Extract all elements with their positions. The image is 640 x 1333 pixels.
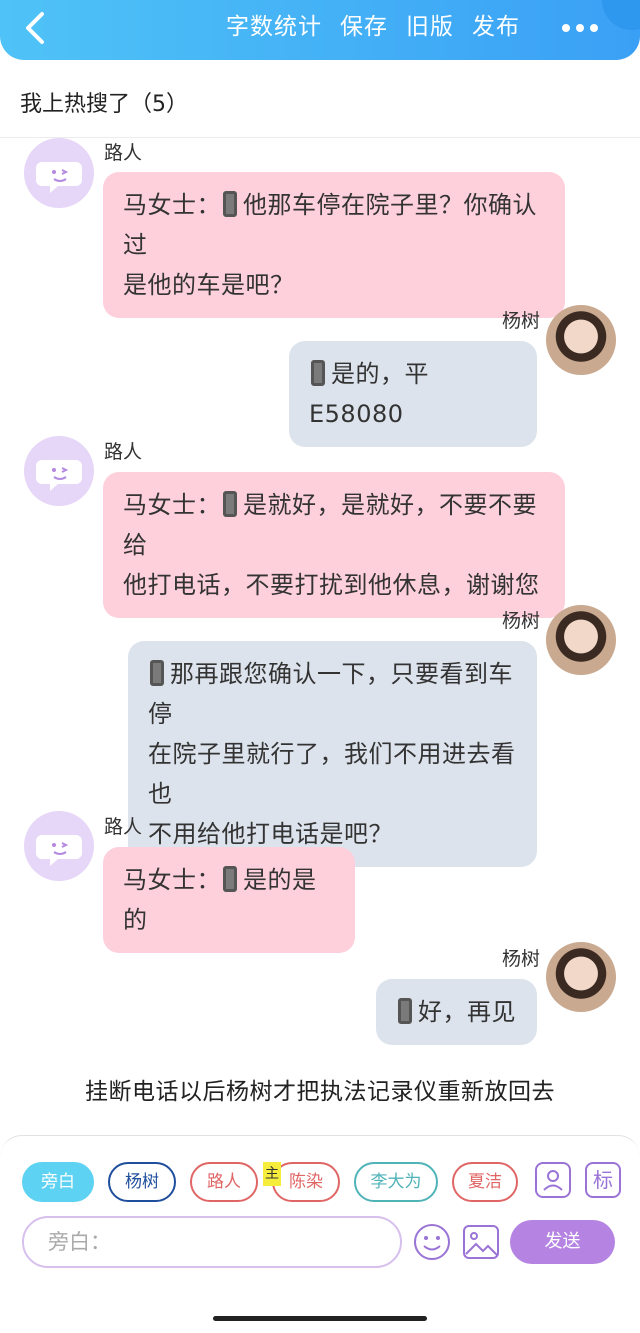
user-card-icon[interactable] (535, 1162, 571, 1198)
emoji-icon[interactable] (412, 1222, 452, 1262)
phone-icon (223, 191, 237, 217)
message-text: 那再跟您确认一下，只要看到车停 (148, 660, 513, 728)
message-text: 他打电话，不要打扰到他休息，谢谢您 (123, 571, 540, 599)
role-chip-xiajie[interactable]: 夏洁 (452, 1162, 518, 1202)
word-count-button[interactable]: 字数统计 (226, 10, 322, 44)
sender-name: 路人 (104, 142, 143, 164)
chat-bubble-icon (36, 835, 82, 866)
avatar[interactable] (24, 138, 94, 208)
image-icon[interactable] (462, 1224, 500, 1260)
more-icon[interactable] (560, 13, 600, 43)
top-actions: 字数统计 保存 旧版 发布 (226, 10, 520, 44)
message-bubble[interactable]: 是的，平E58080 (289, 341, 537, 447)
phone-icon (223, 866, 237, 892)
avatar[interactable] (546, 305, 616, 375)
role-chip-chenran[interactable]: 陈染 (272, 1162, 340, 1202)
avatar[interactable] (24, 436, 94, 506)
corner-decoration (602, 0, 640, 30)
avatar[interactable] (546, 942, 616, 1012)
message-text: 是他的车是吧？ (123, 271, 295, 299)
back-icon[interactable] (18, 10, 54, 46)
message-speaker: 马女士： (123, 491, 221, 519)
phone-icon (150, 660, 164, 686)
phone-icon (398, 998, 412, 1024)
role-chip-lidawei[interactable]: 李大为 (354, 1162, 438, 1202)
page-title: 我上热搜了（5） (20, 92, 188, 117)
chat-bubble-icon (36, 162, 82, 193)
chat-bubble-icon (36, 460, 82, 491)
sender-name: 杨树 (502, 948, 541, 970)
message-speaker: 马女士： (123, 866, 221, 894)
message-input[interactable]: 旁白： (22, 1216, 402, 1268)
phone-icon (223, 491, 237, 517)
message-text: 是的，平E58080 (309, 360, 429, 428)
role-chip-yangshu[interactable]: 杨树 (108, 1162, 176, 1202)
narration-text[interactable]: 挂断电话以后杨树才把执法记录仪重新放回去 (0, 1072, 640, 1106)
user-icon (543, 1170, 563, 1191)
publish-button[interactable]: 发布 (472, 10, 520, 44)
avatar[interactable] (24, 811, 94, 881)
message-text: 不用给他打电话是吧？ (148, 820, 393, 848)
message-bubble[interactable]: 马女士： 是的是的 (103, 847, 355, 953)
sender-name: 路人 (104, 441, 143, 463)
tag-button[interactable]: 标 (585, 1162, 621, 1198)
send-button[interactable]: 发送 (510, 1220, 615, 1264)
message-bubble[interactable]: 马女士： 他那车停在院子里？你确认过 是他的车是吧？ (103, 172, 565, 318)
message-text: 在院子里就行了，我们不用进去看也 (148, 740, 516, 808)
message-bubble[interactable]: 好，再见 (376, 979, 537, 1045)
phone-icon (311, 360, 325, 386)
top-bar: 字数统计 保存 旧版 发布 (0, 0, 640, 60)
save-button[interactable]: 保存 (340, 10, 388, 44)
sender-name: 杨树 (502, 310, 541, 332)
sender-name: 杨树 (502, 610, 541, 632)
sender-name: 路人 (104, 816, 143, 838)
message-bubble[interactable]: 那再跟您确认一下，只要看到车停 在院子里就行了，我们不用进去看也 不用给他打电话… (128, 641, 537, 867)
main-role-badge: 主 (263, 1162, 281, 1186)
old-version-button[interactable]: 旧版 (406, 10, 454, 44)
role-chip-narrator[interactable]: 旁白 (22, 1162, 94, 1202)
home-indicator[interactable] (213, 1316, 427, 1321)
title-row: 我上热搜了（5） (0, 60, 640, 138)
message-text: 好，再见 (418, 998, 516, 1026)
role-chip-passerby[interactable]: 路人 (190, 1162, 258, 1202)
message-speaker: 马女士： (123, 191, 221, 219)
avatar[interactable] (546, 605, 616, 675)
message-bubble[interactable]: 马女士： 是就好，是就好，不要不要给 他打电话，不要打扰到他休息，谢谢您 (103, 472, 565, 618)
